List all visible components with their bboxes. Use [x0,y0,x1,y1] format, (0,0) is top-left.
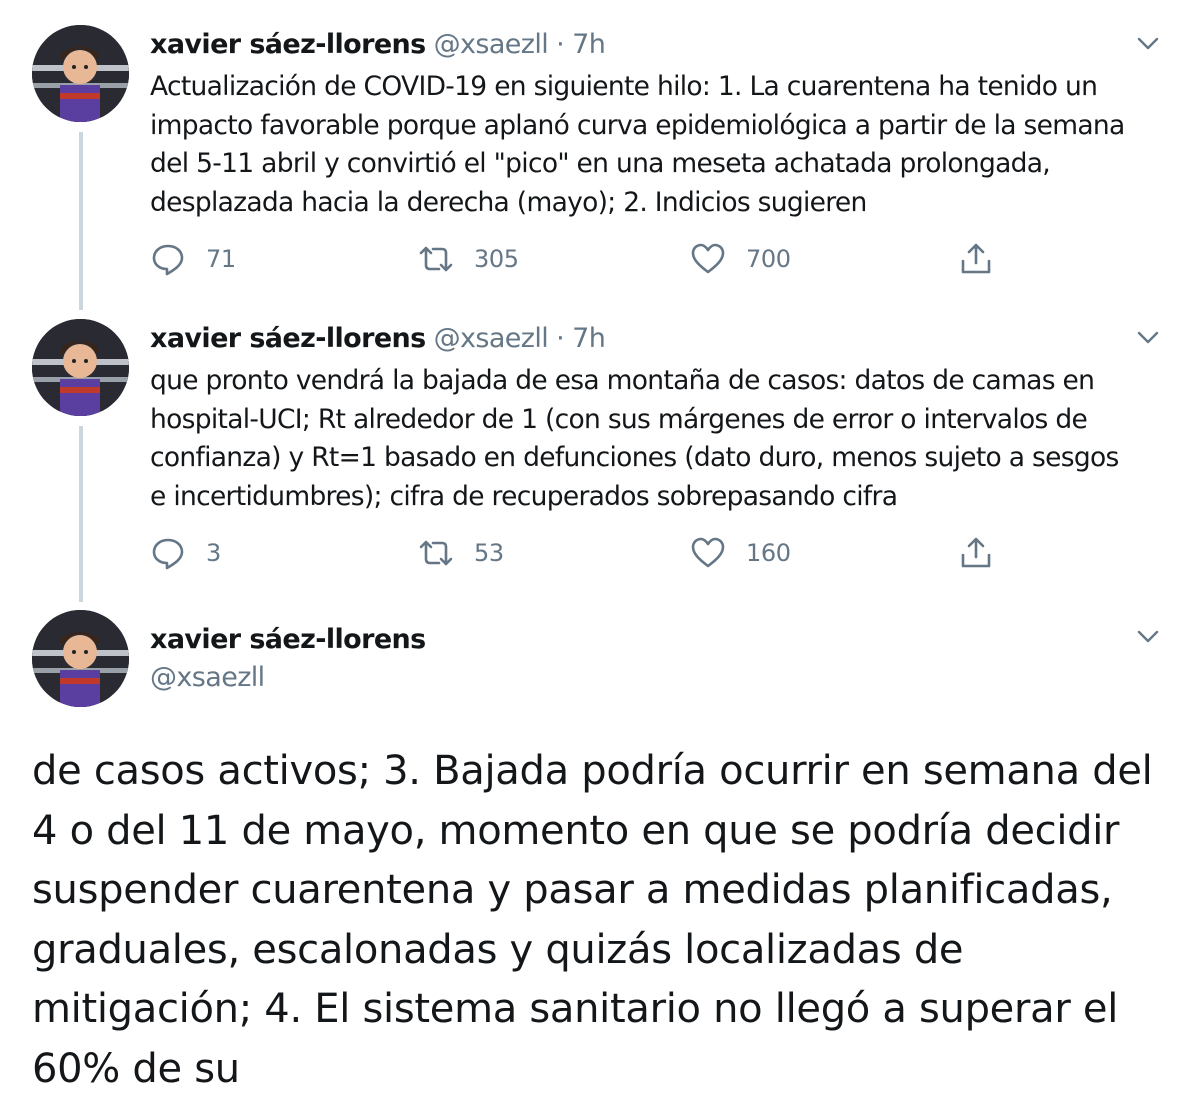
tweet-header: xavier sáez-llorens @xsaezll · 7h [150,319,606,359]
share-icon [961,243,991,274]
display-name[interactable]: xavier sáez-llorens [150,323,426,354]
reply-icon [152,538,184,570]
text-line: e incertidumbres); cifra de recuperados … [150,480,898,512]
tweet-text: Actualización de COVID-19 en siguiente h… [150,68,1170,222]
text-line: hospital-UCI; Rt alrededor de 1 (con sus… [150,403,1088,435]
text-line: graduales, escalonadas y quizás localiza… [32,926,964,973]
share-icon [961,537,991,568]
tweet[interactable]: xavier sáez-llorens @xsaezll · 7h Actual… [0,25,1200,295]
text-line: 60% de su [32,1045,240,1092]
text-line: que pronto vendrá la bajada de esa monta… [150,365,1095,396]
text-line: 4 o del 11 de mayo, momento en que se po… [32,807,1120,854]
reply-count: 3 [206,539,221,567]
chevron-down-icon[interactable] [1132,620,1164,652]
avatar[interactable] [32,610,129,707]
like-button[interactable]: 700 [690,239,791,279]
reply-button[interactable]: 3 [150,533,221,573]
action-bar: 3 53 160 [0,533,1200,573]
username[interactable]: @xsaezll [434,323,549,354]
tweet-header: xavier sáez-llorens @xsaezll · 7h [150,25,606,65]
action-bar: 71 305 700 [0,239,1200,279]
tweet-text: de casos activos; 3. Bajada podría ocurr… [32,742,1182,1099]
like-count: 700 [746,245,791,273]
reply-button[interactable]: 71 [150,239,236,279]
retweet-count: 305 [474,245,519,273]
like-button[interactable]: 160 [690,533,791,573]
heart-icon [691,243,725,274]
text-line: confianza) y Rt=1 basado en defunciones … [150,442,1119,473]
text-line: del 5-11 abril y convirtió el "pico" en … [150,148,1051,179]
tweet[interactable]: xavier sáez-llorens @xsaezll · 7h que pr… [0,319,1200,589]
text-line: Actualización de COVID-19 en siguiente h… [150,71,1098,102]
tweet-text: que pronto vendrá la bajada de esa monta… [150,362,1170,516]
display-name[interactable]: xavier sáez-llorens [150,29,426,60]
text-line: de casos activos; 3. Bajada podría ocurr… [32,748,1153,794]
timestamp[interactable]: 7h [572,323,606,354]
username[interactable]: @xsaezll [434,29,549,60]
display-name[interactable]: xavier sáez-llorens [150,620,426,660]
avatar[interactable] [32,319,129,416]
heart-icon [691,537,725,568]
text-line: suspender cuarentena y pasar a medidas p… [32,867,1113,913]
text-line: desplazada hacia la derecha (mayo); 2. I… [150,186,867,218]
share-button[interactable] [958,533,994,573]
chevron-down-icon[interactable] [1132,321,1164,353]
text-line: impacto favorable porque aplanó curva ep… [150,109,1125,141]
like-count: 160 [746,539,791,567]
focused-tweet: xavier sáez-llorens @xsaezll de casos ac… [0,610,1200,1107]
avatar[interactable] [32,25,129,122]
separator-dot: · [556,29,565,60]
chevron-down-icon[interactable] [1132,27,1164,59]
retweet-icon [419,246,453,272]
reply-icon [152,244,184,276]
reply-count: 71 [206,245,236,273]
retweet-icon [419,540,453,566]
separator-dot: · [556,323,565,354]
retweet-button[interactable]: 53 [418,533,504,573]
retweet-count: 53 [474,539,504,567]
username[interactable]: @xsaezll [150,658,265,698]
timestamp[interactable]: 7h [572,29,606,60]
text-line: mitigación; 4. El sistema sanitario no l… [32,986,1119,1032]
retweet-button[interactable]: 305 [418,239,519,279]
share-button[interactable] [958,239,994,279]
